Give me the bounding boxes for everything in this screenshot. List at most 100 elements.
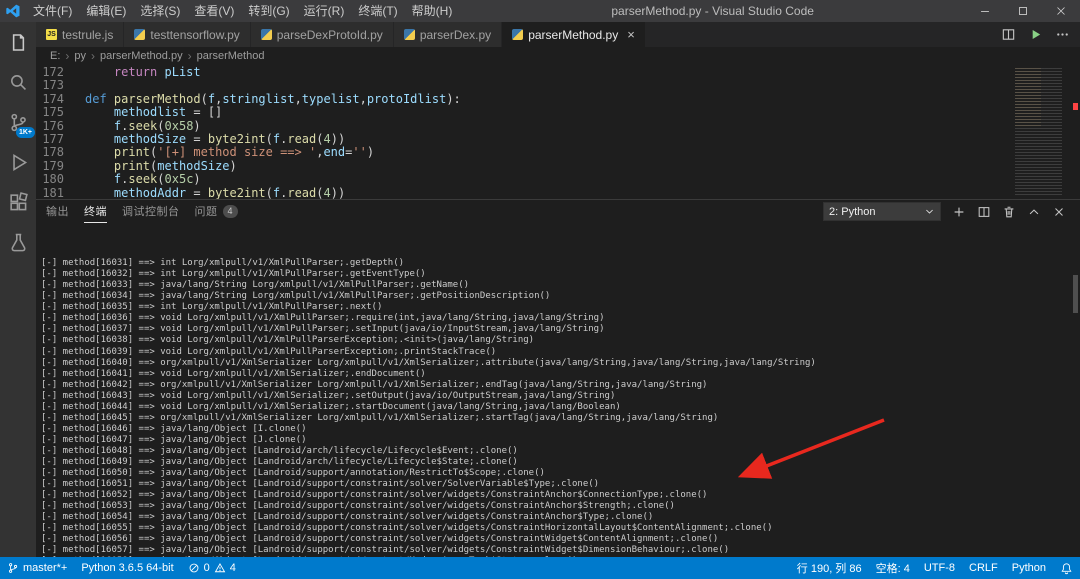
menu-item-7[interactable]: 帮助(H) [405,0,460,22]
terminal-line: [-] method[16043] ==> void Lorg/xmlpull/… [41,390,616,401]
terminal-line: [-] method[16056] ==> java/lang/Object [… [41,534,719,545]
activity-badge: 1K+ [15,127,35,138]
titlebar: 文件(F) 编辑(E) 选择(S) 查看(V) 转到(G) 运行(R) 终端(T) 帮助(H)… [0,0,1080,22]
terminal-line: [-] method[16044] ==> void Lorg/xmlpull/… [41,401,621,412]
panel-tab-label: 输出 [46,206,69,218]
activity-item-explorer[interactable] [0,22,36,62]
terminal-instance-select[interactable]: 2: Python [823,202,941,221]
breadcrumb-item[interactable]: E: [50,50,60,62]
vscode-window: 文件(F) 编辑(E) 选择(S) 查看(V) 转到(G) 运行(R) 终端(T) 帮助(H)… [0,0,1080,579]
panel-tab-输出[interactable]: 输出 [46,200,69,223]
line-number: 176 [42,118,64,133]
terminal-line: [-] method[16042] ==> org/xmlpull/v1/Xml… [41,379,708,390]
minimize-button[interactable] [966,0,1004,22]
menu-item-4[interactable]: 转到(G) [241,0,296,22]
minimap[interactable] [1012,65,1070,199]
activity-item-search[interactable] [0,62,36,102]
problems-badge: 4 [222,204,239,218]
code-editor[interactable]: 172 return pList 173 174 def parserMethod(f… [36,65,1080,199]
terminal-output[interactable]: [-] method[16031] ==> int Lorg/xmlpull/v… [36,223,1080,557]
statusbar-item-text: 4 [229,562,236,574]
tab-testtensorflow.py[interactable]: testtensorflow.py [124,22,251,47]
menubar: 文件(F) 编辑(E) 选择(S) 查看(V) 转到(G) 运行(R) 终端(T) 帮助(H) [26,0,459,22]
line-number: 177 [42,131,64,146]
activity-item-extensions[interactable] [0,182,36,222]
activity-bar: 1K+ [0,22,36,557]
overview-ruler[interactable] [1070,65,1080,199]
statusbar-item-indentation[interactable]: 空格: 4 [869,557,917,579]
line-number: 181 [42,185,64,199]
menu-item-1[interactable]: 编辑(E) [79,0,133,22]
panel-actions: 2: Python [823,202,1080,221]
tab-label: testtensorflow.py [150,27,240,42]
code-text: return pList [113,65,201,79]
branch-icon [7,562,19,574]
terminal-line: [-] method[16031] ==> int Lorg/xmlpull/v… [41,258,405,269]
plus-icon[interactable] [952,205,966,219]
code-area[interactable]: 172 return pList 173 174 def parserMethod(f… [36,65,1012,199]
tab-label: parseDexProtoId.py [276,27,383,42]
error-icon [188,562,200,574]
window-controls [966,0,1080,22]
statusbar-item-language-mode[interactable]: Python [1005,557,1053,579]
chevron-down-icon [924,206,935,217]
statusbar-item-encoding[interactable]: UTF-8 [917,557,962,579]
statusbar-item-eol[interactable]: CRLF [962,557,1005,579]
activity-item-test[interactable] [0,222,36,262]
menu-item-6[interactable]: 终端(T) [351,0,404,22]
panel-action-icons [952,205,1066,219]
statusbar-item-notifications[interactable] [1053,557,1080,579]
menu-item-5[interactable]: 运行(R) [297,0,352,22]
trash-icon[interactable] [1002,205,1016,219]
more-actions-icon[interactable] [1055,27,1070,42]
menu-item-2[interactable]: 选择(S) [133,0,187,22]
line-number: 173 [42,78,64,93]
statusbar-item-python-interpreter[interactable]: Python 3.6.5 64-bit [74,557,180,579]
editor-tab-bar: JS testrule.js testtensorflow.py parseDexPr… [36,22,1080,47]
panel-tab-问题[interactable]: 问题 4 [195,200,239,223]
run-icon[interactable] [1028,27,1043,42]
code-line: 178 print('[+] method size ==> ',end='') [36,145,1012,160]
menu-item-3[interactable]: 查看(V) [187,0,241,22]
panel-tab-调试控制台[interactable]: 调试控制台 [122,200,180,223]
tab-parseDexProtoId.py[interactable]: parseDexProtoId.py [250,22,394,47]
code-line: 175 methodlist = [] [36,105,1012,119]
tab-parserDex.py[interactable]: parserDex.py [393,22,503,47]
close-window-button[interactable] [1042,0,1080,22]
panel-tab-label: 问题 [194,206,218,218]
code-line: 173 [36,78,1012,93]
maximize-button[interactable] [1004,0,1042,22]
code-text: methodSize = byte2int(f.read(4)) [113,131,346,146]
tab-parserMethod.py[interactable]: parserMethod.py × [502,22,646,47]
statusbar-item-cursor-position[interactable]: 行 190, 列 86 [790,557,869,579]
breadcrumb[interactable]: E: › py › parserMethod.py › parserMethod [36,47,1080,65]
menu-item-0[interactable]: 文件(F) [26,0,79,22]
python-file-icon [403,29,415,40]
javascript-file-icon: JS [46,29,57,40]
python-file-icon [512,29,524,40]
chevron-up-icon[interactable] [1027,205,1041,219]
close-tab-icon[interactable]: × [627,28,635,41]
line-number: 178 [42,145,64,160]
breadcrumb-item[interactable]: parserMethod.py [100,50,183,62]
statusbar-item-problems[interactable]: 04 [181,557,243,579]
activity-item-source-control[interactable]: 1K+ [0,102,36,142]
close-panel-icon[interactable] [1052,205,1066,219]
tab-label: parserMethod.py [528,27,619,42]
tab-testrule.js[interactable]: JS testrule.js [36,22,125,47]
tab-label: parserDex.py [419,27,492,42]
tabs: JS testrule.js testtensorflow.py parseDexPr… [36,22,646,47]
terminal-line: [-] method[16038] ==> void Lorg/xmlpull/… [41,335,535,346]
terminal-scrollbar[interactable] [1073,275,1078,313]
statusbar-item-git-branch[interactable]: master*+ [0,557,74,579]
panel-tab-终端[interactable]: 终端 [84,200,107,223]
panel-header: 输出 终端 调试控制台 问题 4 2: Python [36,200,1080,223]
search-icon [8,72,29,93]
statusbar-right: 行 190, 列 86 空格: 4 UTF-8 CRLF Python [790,557,1080,579]
split-panel-icon[interactable] [977,205,991,219]
breadcrumb-separator-icon: › [187,49,192,63]
split-editor-icon[interactable] [1001,27,1016,42]
activity-item-run-debug[interactable] [0,142,36,182]
breadcrumb-item[interactable]: parserMethod [197,50,265,62]
breadcrumb-item[interactable]: py [74,50,86,62]
